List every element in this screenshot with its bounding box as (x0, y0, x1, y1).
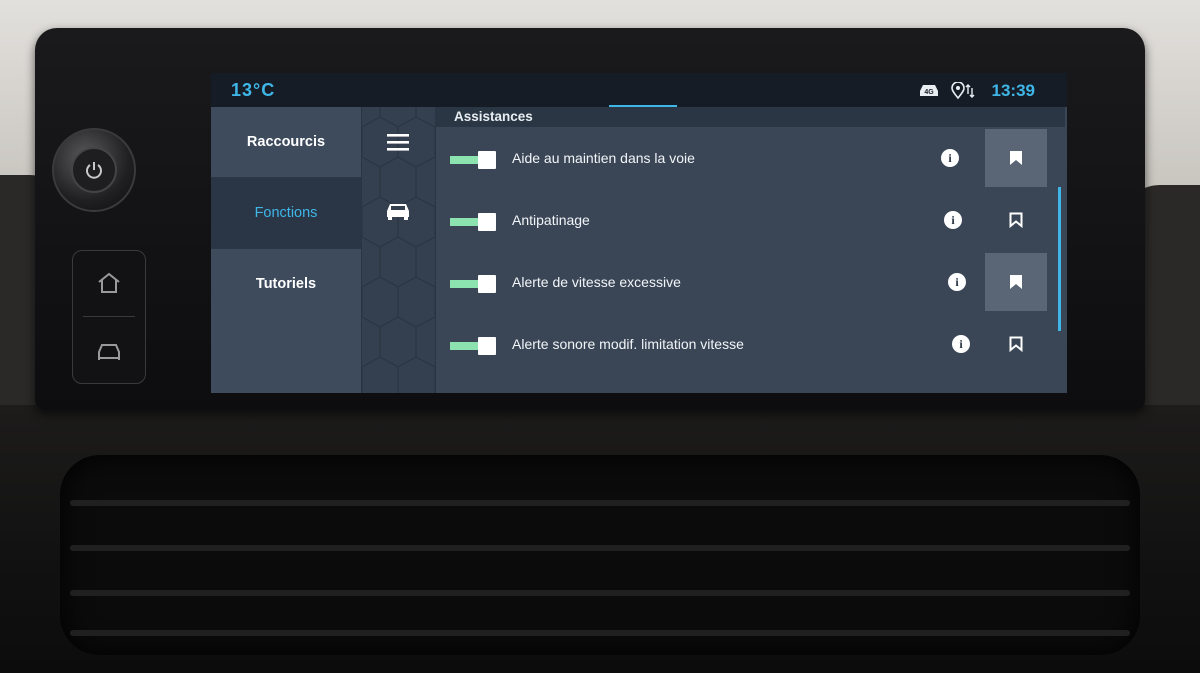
power-knob[interactable] (52, 128, 136, 212)
bookmark-outline-icon (1009, 336, 1023, 352)
power-icon (71, 147, 117, 193)
vent-slat (70, 630, 1130, 636)
toggle-switch[interactable] (450, 337, 496, 355)
car-4g-icon: 4G (918, 82, 940, 103)
info-icon[interactable]: i (948, 273, 966, 291)
toggle-knob (478, 337, 496, 355)
vent-slat (70, 590, 1130, 596)
status-bar: 13°C 4G 13:39 (211, 73, 1067, 107)
car-icon (387, 204, 409, 220)
toggle-knob (478, 213, 496, 231)
toggle-knob (478, 275, 496, 293)
left-nav: Raccourcis Fonctions Tutoriels (211, 107, 361, 393)
setting-row: Alerte sonore modif. limitation vitesse … (436, 315, 1047, 375)
toggle-switch[interactable] (450, 275, 496, 293)
toggle-switch[interactable] (450, 213, 496, 231)
category-icon-column (362, 107, 435, 393)
favorite-button[interactable] (985, 191, 1047, 249)
favorite-button[interactable] (985, 253, 1047, 311)
menu-button[interactable] (383, 127, 413, 157)
home-button[interactable] (73, 251, 145, 315)
hardware-buttons (72, 250, 146, 384)
toggle-switch[interactable] (450, 151, 496, 169)
toggle-knob (478, 151, 496, 169)
nav-item-fonctions[interactable]: Fonctions (211, 178, 361, 248)
bookmark-icon (1010, 275, 1022, 289)
temperature-readout: 13°C (231, 80, 276, 100)
info-icon[interactable]: i (952, 335, 970, 353)
setting-row: Aide au maintien dans la voie i (436, 129, 1047, 189)
menu-icon (387, 134, 409, 151)
setting-label: Aide au maintien dans la voie (512, 150, 695, 166)
vehicle-category-button[interactable] (383, 196, 413, 226)
bookmark-outline-icon (1009, 212, 1023, 228)
svg-text:4G: 4G (924, 89, 934, 96)
setting-label: Alerte sonore modif. limitation vitesse (512, 336, 744, 352)
clock: 13:39 (991, 81, 1035, 100)
setting-row: Alerte de vitesse excessive i (436, 253, 1047, 313)
nav-item-tutoriels[interactable]: Tutoriels (211, 249, 361, 319)
vent-slat (70, 545, 1130, 551)
info-icon[interactable]: i (941, 149, 959, 167)
infotainment-screen: 13°C 4G 13:39 Raccourcis Fonctions Tutor… (211, 73, 1067, 393)
vent-slat (70, 500, 1130, 506)
home-icon (98, 272, 120, 293)
nav-item-raccourcis[interactable]: Raccourcis (211, 107, 361, 177)
bookmark-icon (1010, 151, 1022, 165)
setting-row: Antipatinage i (436, 191, 1047, 251)
car-icon (98, 344, 120, 360)
setting-label: Alerte de vitesse excessive (512, 274, 681, 290)
air-vent (60, 455, 1140, 655)
location-sync-icon (950, 81, 976, 105)
favorite-button[interactable] (985, 129, 1047, 187)
favorite-button[interactable] (985, 315, 1047, 373)
setting-label: Antipatinage (512, 212, 590, 228)
section-title: Assistances (436, 107, 1065, 127)
scrollbar[interactable] (1058, 187, 1061, 331)
vehicle-button[interactable] (73, 319, 145, 383)
info-icon[interactable]: i (944, 211, 962, 229)
settings-panel: Assistances Aide au maintien dans la voi… (436, 107, 1067, 393)
